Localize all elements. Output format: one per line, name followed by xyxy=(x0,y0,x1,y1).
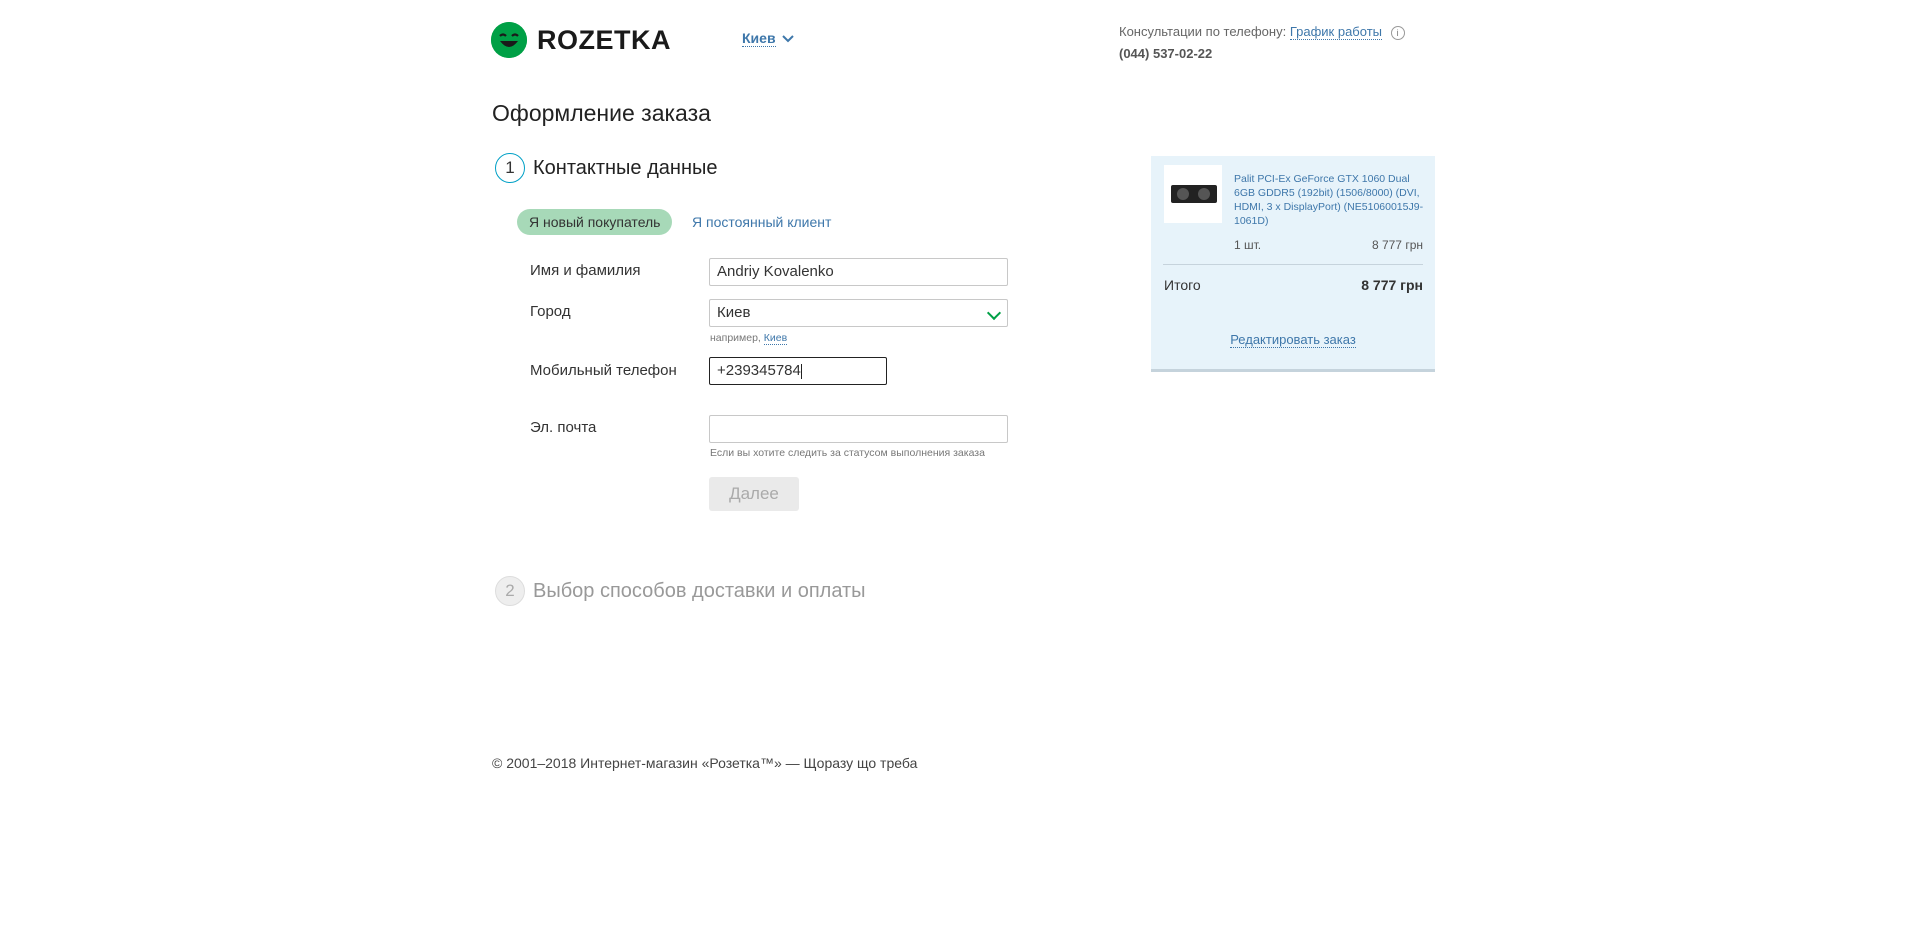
email-label: Эл. почта xyxy=(530,419,597,436)
product-image[interactable] xyxy=(1164,165,1222,223)
total-label: Итого xyxy=(1164,277,1201,293)
name-input[interactable]: Andriy Kovalenko xyxy=(709,258,1008,286)
step-contact-data: 1 Контактные данные xyxy=(495,153,718,183)
support-phone: (044) 537-02-22 xyxy=(1119,46,1213,61)
text-cursor xyxy=(800,363,802,379)
rozetka-logo[interactable]: ROZETKA xyxy=(491,22,671,58)
step-delivery-payment[interactable]: 2 Выбор способов доставки и оплаты xyxy=(495,576,866,606)
chevron-down-icon xyxy=(986,305,1002,321)
total-value: 8 777 грн xyxy=(1361,277,1423,293)
phone-label: Мобильный телефон xyxy=(530,362,677,379)
smiley-logo-icon xyxy=(491,22,527,58)
chevron-down-icon xyxy=(781,34,794,42)
product-name-link[interactable]: Palit PCI-Ex GeForce GTX 1060 Dual 6GB G… xyxy=(1234,172,1426,228)
step-label: Выбор способов доставки и оплаты xyxy=(533,579,866,602)
city-label: Город xyxy=(530,303,571,320)
logo-text: ROZETKA xyxy=(537,24,671,55)
product-quantity: 1 шт. xyxy=(1234,238,1262,252)
order-summary: Palit PCI-Ex GeForce GTX 1060 Dual 6GB G… xyxy=(1151,156,1435,372)
footer-copyright: © 2001–2018 Интернет-магазин «Розетка™» … xyxy=(492,755,918,771)
next-button[interactable]: Далее xyxy=(709,477,799,511)
name-label: Имя и фамилия xyxy=(530,262,641,279)
city-hint: например, Киев xyxy=(710,332,788,345)
city-selector[interactable]: Киев xyxy=(742,30,794,47)
fan-icon xyxy=(1177,188,1189,200)
consultation-text: Консультации по телефону: xyxy=(1119,24,1287,39)
city-hint-prefix: например, xyxy=(710,332,761,344)
divider xyxy=(1163,264,1423,265)
edit-order-link[interactable]: Редактировать заказ xyxy=(1230,332,1356,348)
consultation-info: Консультации по телефону: График работы … xyxy=(1119,24,1405,40)
step-label: Контактные данные xyxy=(533,156,718,179)
schedule-link[interactable]: График работы xyxy=(1289,24,1382,40)
step-number: 1 xyxy=(495,153,525,183)
product-price: 8 777 грн xyxy=(1371,238,1423,252)
page-title: Оформление заказа xyxy=(492,100,711,126)
phone-input[interactable]: +239345784 xyxy=(709,357,887,385)
email-input[interactable] xyxy=(709,415,1008,443)
phone-input-value: +239345784 xyxy=(717,362,801,379)
fan-icon xyxy=(1198,188,1210,200)
info-icon[interactable]: i xyxy=(1390,25,1405,40)
email-hint: Если вы хотите следить за статусом выпол… xyxy=(710,447,985,459)
city-selector-label: Киев xyxy=(742,30,776,47)
city-hint-link[interactable]: Киев xyxy=(763,332,788,345)
tab-returning-client[interactable]: Я постоянный клиент xyxy=(692,214,831,230)
graphics-card-icon xyxy=(1171,185,1217,203)
step-number: 2 xyxy=(495,576,525,606)
edit-order-container: Редактировать заказ xyxy=(1151,332,1435,348)
city-select[interactable]: Киев xyxy=(709,299,1008,327)
tab-new-buyer[interactable]: Я новый покупатель xyxy=(517,209,673,235)
city-select-value: Киев xyxy=(717,304,751,321)
